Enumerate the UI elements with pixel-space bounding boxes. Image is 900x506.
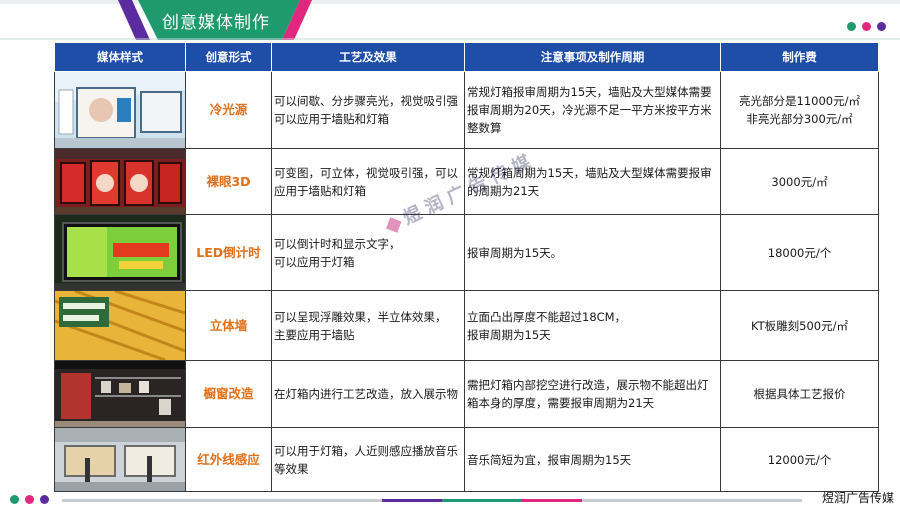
purple-dot-icon [877,22,886,31]
process-text: 在灯箱内进行工艺改造，放入展示物 [271,360,465,428]
process-cell: 可以呈现浮雕效果，半立体效果， 主要应用于墙贴 [271,290,465,361]
3d-wall-image [54,290,186,361]
form-naked-3d: 裸眼3D [185,148,272,215]
fee-line: 12000元/个 [767,452,832,467]
form-infrared: 红外线感应 [185,427,272,492]
notes-line: 报审周期为15天 [467,327,551,342]
header-dots [847,22,886,31]
led-countdown-image [54,214,186,291]
table-row: 裸眼3D 可变图，可立体，视觉吸引强，可以应用于墙贴和灯箱 常规灯箱周期为15天… [54,148,879,215]
fee-cell: 12000元/个 [720,427,879,492]
fee-cell: 根据具体工艺报价 [720,360,879,428]
col-header-notes: 注意事项及制作周期 [464,42,721,72]
fee-cell: 亮光部分是11000元/㎡ 非亮光部分300元/㎡ [720,71,879,149]
table-row: 红外线感应 可以用于灯箱，人近则感应播放音乐等效果 音乐简短为宜，报审周期为15… [54,427,879,492]
table-row: 冷光源 可以间歇、分步骤亮光，视觉吸引强可以应用于墙贴和灯箱 常规灯箱报审周期为… [54,71,879,149]
green-dot-icon [847,22,856,31]
infrared-sensor-image [54,427,186,492]
col-header-fee: 制作费 [720,42,879,72]
notes-text: 需把灯箱内部挖空进行改造，展示物不能超出灯箱本身的厚度，需要报审周期为21天 [464,360,721,428]
light-box-corridor-image [54,71,186,149]
col-header-form: 创意形式 [185,42,272,72]
notes-text: 音乐简短为宜，报审周期为15天 [464,427,721,492]
fee-line: 18000元/个 [767,245,832,260]
process-line: 可以倒计时和显示文字， [274,236,401,251]
col-header-style: 媒体样式 [54,42,186,72]
pink-dot-icon [862,22,871,31]
media-table: 媒体样式 创意形式 工艺及效果 注意事项及制作周期 制作费 冷光源 可以间歇、分… [54,42,879,492]
notes-text: 常规灯箱周期为15天，墙贴及大型媒体需要报审的周期为21天 [464,148,721,215]
fee-line: 3000元/㎡ [771,174,828,189]
header-band-shape [0,0,900,40]
process-text: 可以间歇、分步骤亮光，视觉吸引强可以应用于墙贴和灯箱 [271,71,465,149]
form-cold-light: 冷光源 [185,71,272,149]
fee-line: 根据具体工艺报价 [753,387,846,401]
table-row: 立体墙 可以呈现浮雕效果，半立体效果， 主要应用于墙贴 立面凸出厚度不能超过18… [54,290,879,361]
process-text: 可变图，可立体，视觉吸引强，可以应用于墙贴和灯箱 [271,148,465,215]
purple-dot-icon [40,495,49,504]
pink-dot-icon [25,495,34,504]
table-row: LED倒计时 可以倒计时和显示文字， 可以应用于灯箱 报审周期为15天。 180… [54,214,879,291]
table-row: 橱窗改造 在灯箱内进行工艺改造，放入展示物 需把灯箱内部挖空进行改造，展示物不能… [54,360,879,428]
col-header-process: 工艺及效果 [271,42,465,72]
footer-bar: 煜润广告传媒 [0,490,900,506]
footer-brand: 煜润广告传媒 [821,491,894,505]
notes-text: 常规灯箱报审周期为15天，墙贴及大型媒体需要报审周期为20天，冷光源不足一平方米… [464,71,721,149]
notes-cell: 立面凸出厚度不能超过18CM， 报审周期为15天 [464,290,721,361]
table-header-row: 媒体样式 创意形式 工艺及效果 注意事项及制作周期 制作费 [54,42,879,72]
fee-line: 非亮光部分300元/㎡ [746,112,853,126]
process-line: 可以呈现浮雕效果，半立体效果， [274,309,447,324]
fee-cell: KT板雕刻500元/㎡ [720,290,879,361]
notes-text: 报审周期为15天。 [464,214,721,291]
page-title: 创意媒体制作 [162,13,270,33]
header-bar: 创意媒体制作 [0,0,900,40]
footer-divider [62,499,802,502]
naked-eye-3d-image [54,148,186,215]
fee-line: 亮光部分是11000元/㎡ [739,94,860,108]
form-shop-window: 橱窗改造 [185,360,272,428]
media-table-container: 媒体样式 创意形式 工艺及效果 注意事项及制作周期 制作费 冷光源 可以间歇、分… [54,42,879,492]
fee-cell: 3000元/㎡ [720,148,879,215]
form-led-countdown: LED倒计时 [185,214,272,291]
fee-cell: 18000元/个 [720,214,879,291]
footer-dots [10,495,49,504]
process-text: 可以用于灯箱，人近则感应播放音乐等效果 [271,427,465,492]
form-3d-wall: 立体墙 [185,290,272,361]
process-line: 主要应用于墙贴 [274,327,355,342]
process-cell: 可以倒计时和显示文字， 可以应用于灯箱 [271,214,465,291]
shop-window-image [54,360,186,428]
fee-line: KT板雕刻500元/㎡ [751,318,848,333]
process-line: 可以应用于灯箱 [274,254,355,269]
green-dot-icon [10,495,19,504]
notes-line: 立面凸出厚度不能超过18CM， [467,309,627,324]
